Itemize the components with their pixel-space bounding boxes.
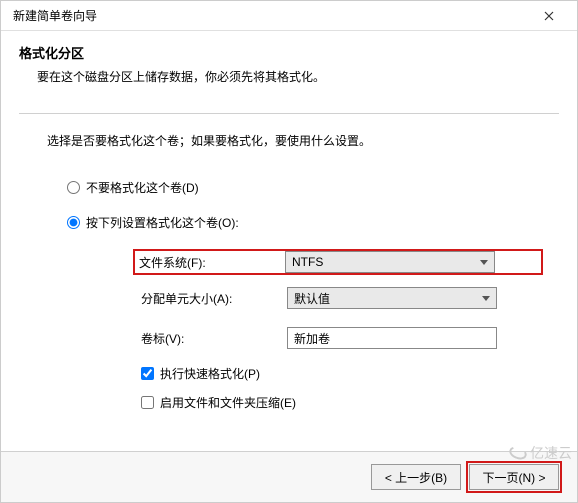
format-settings: 文件系统(F): NTFS 分配单元大小(A): 默认值 卷标(V): xyxy=(137,249,559,411)
back-button[interactable]: < 上一步(B) xyxy=(371,464,461,490)
alloc-row: 分配单元大小(A): 默认值 xyxy=(137,285,559,311)
volume-row: 卷标(V): xyxy=(137,325,559,351)
close-icon[interactable] xyxy=(529,2,569,30)
quick-format-label: 执行快速格式化(P) xyxy=(160,365,260,382)
window-title: 新建简单卷向导 xyxy=(13,7,529,24)
filesystem-row: 文件系统(F): NTFS xyxy=(133,249,543,275)
titlebar: 新建简单卷向导 xyxy=(1,1,577,31)
alloc-select[interactable]: 默认值 xyxy=(287,287,497,309)
volume-input[interactable] xyxy=(287,327,497,349)
radio-no-format-input[interactable] xyxy=(67,181,80,194)
section-title: 格式化分区 xyxy=(19,43,559,62)
volume-label: 卷标(V): xyxy=(137,330,287,347)
quick-format-row[interactable]: 执行快速格式化(P) xyxy=(141,365,559,382)
radio-group: 不要格式化这个卷(D) 按下列设置格式化这个卷(O): 文件系统(F): NTF… xyxy=(67,179,559,411)
section-description: 要在这个磁盘分区上储存数据，你必须先将其格式化。 xyxy=(37,68,559,85)
divider xyxy=(19,113,559,114)
radio-format-with-input[interactable] xyxy=(67,216,80,229)
compress-row[interactable]: 启用文件和文件夹压缩(E) xyxy=(141,394,559,411)
footer: < 上一步(B) 下一页(N) > xyxy=(1,451,577,502)
wizard-window: 新建简单卷向导 格式化分区 要在这个磁盘分区上储存数据，你必须先将其格式化。 选… xyxy=(0,0,578,503)
filesystem-select[interactable]: NTFS xyxy=(285,251,495,273)
content-area: 格式化分区 要在这个磁盘分区上储存数据，你必须先将其格式化。 选择是否要格式化这… xyxy=(1,31,577,451)
chevron-down-icon xyxy=(482,296,490,301)
quick-format-checkbox[interactable] xyxy=(141,367,154,380)
next-button[interactable]: 下一页(N) > xyxy=(469,464,559,490)
radio-no-format[interactable]: 不要格式化这个卷(D) xyxy=(67,179,559,196)
compress-label: 启用文件和文件夹压缩(E) xyxy=(160,394,296,411)
instruction-text: 选择是否要格式化这个卷；如果要格式化，要使用什么设置。 xyxy=(47,132,559,149)
compress-checkbox[interactable] xyxy=(141,396,154,409)
radio-format-with[interactable]: 按下列设置格式化这个卷(O): xyxy=(67,214,559,231)
alloc-label: 分配单元大小(A): xyxy=(137,290,287,307)
alloc-value: 默认值 xyxy=(294,290,482,307)
radio-no-format-label: 不要格式化这个卷(D) xyxy=(86,179,199,196)
filesystem-value: NTFS xyxy=(292,255,480,269)
chevron-down-icon xyxy=(480,260,488,265)
filesystem-label: 文件系统(F): xyxy=(135,254,285,271)
radio-format-with-label: 按下列设置格式化这个卷(O): xyxy=(86,214,239,231)
